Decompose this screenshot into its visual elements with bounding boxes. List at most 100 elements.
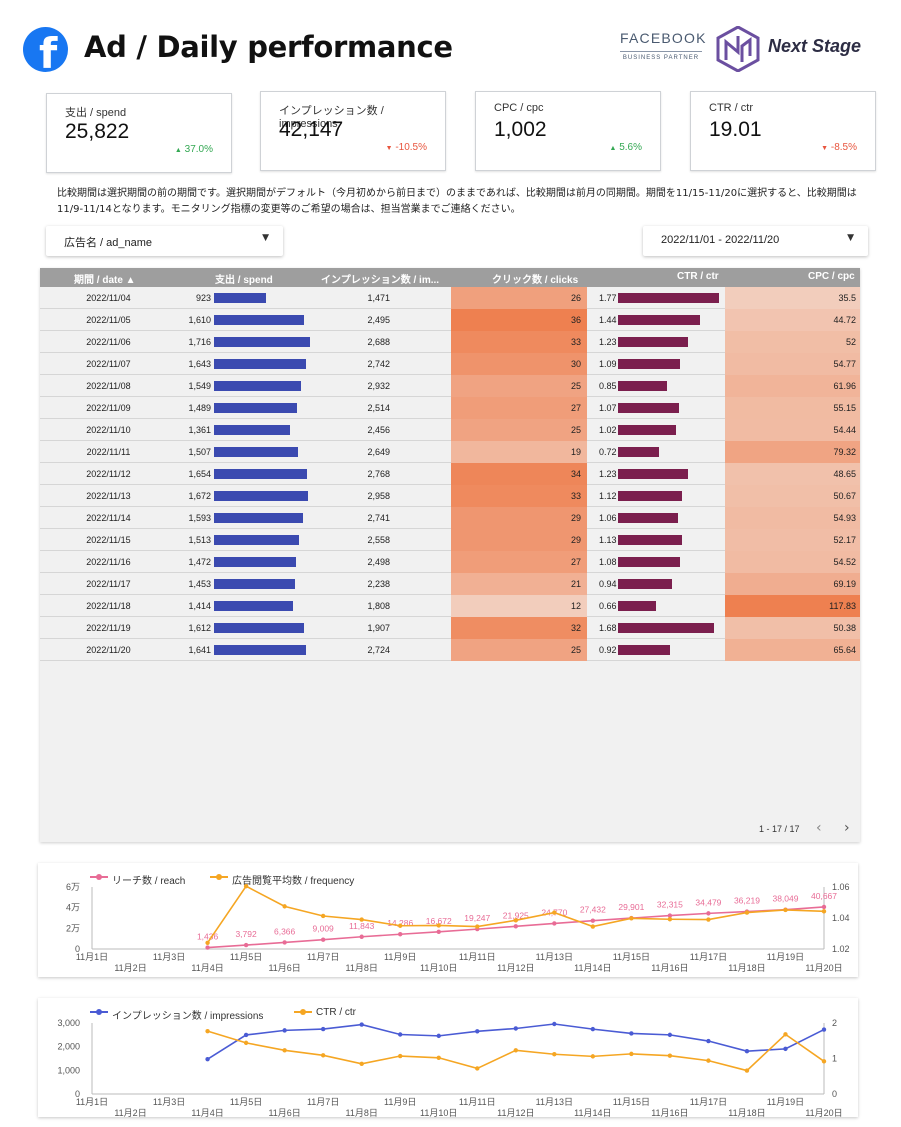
data-point (821, 1027, 827, 1032)
table-row[interactable]: 2022/11/20 1,641 2,724 25 0.92 65.64 (40, 639, 860, 661)
table-row[interactable]: 2022/11/08 1,549 2,932 25 0.85 61.96 (40, 375, 860, 397)
x-tick-label: 11月15日 (613, 952, 650, 962)
data-label: 6,366 (274, 926, 296, 936)
data-point (398, 923, 403, 928)
spend-bar (214, 491, 308, 501)
kpi-card: CPC / cpc 1,002 ▲ 5.6% (475, 91, 661, 171)
cell-ctr: 1.06 (599, 513, 617, 523)
column-header-ctr[interactable]: CTR / ctr (677, 271, 719, 282)
ctr-bar (618, 381, 667, 391)
table-row[interactable]: 2022/11/17 1,453 2,238 21 0.94 69.19 (40, 573, 860, 595)
y-right-tick-label: 2 (832, 1018, 837, 1028)
pagination-status: 1 - 17 / 17 (759, 824, 800, 834)
x-tick-label: 11月9日 (384, 1097, 416, 1107)
table-row[interactable]: 2022/11/12 1,654 2,768 34 1.23 48.65 (40, 463, 860, 485)
data-point (243, 942, 249, 948)
data-point (398, 932, 403, 937)
ctr-bar (618, 315, 700, 325)
kpi-change: ▲ 5.6% (609, 142, 642, 153)
data-point (629, 916, 634, 921)
cell-spend: 1,513 (188, 535, 211, 545)
table-row[interactable]: 2022/11/13 1,672 2,958 33 1.12 50.67 (40, 485, 860, 507)
cell-spend: 1,654 (188, 469, 211, 479)
table-row[interactable]: 2022/11/04 923 1,471 26 1.77 35.5 (40, 287, 860, 309)
column-header-impressions[interactable]: インプレッション数 / im... (321, 271, 439, 286)
y-tick-label: 3,000 (57, 1018, 80, 1028)
x-tick-label: 11月1日 (76, 952, 108, 962)
spend-bar (214, 623, 304, 633)
column-header-cpc[interactable]: CPC / cpc (808, 271, 855, 282)
table-row[interactable]: 2022/11/05 1,610 2,495 36 1.44 44.72 (40, 309, 860, 331)
comparison-period-note: 比較期間は選択期間の前の期間です。選択期間がデフォルト（今月初めから前日まで）の… (57, 188, 857, 215)
cell-spend: 923 (195, 293, 211, 303)
cell-cpc: 117.83 (725, 595, 860, 617)
facebook-logo: f (23, 27, 68, 72)
table-row[interactable]: 2022/11/14 1,593 2,741 29 1.06 54.93 (40, 507, 860, 529)
x-tick-label: 11月10日 (420, 1108, 457, 1117)
cell-date: 2022/11/10 (86, 425, 131, 435)
next-page-icon[interactable]: › (844, 820, 850, 836)
cell-cpc: 65.64 (725, 639, 860, 661)
arrow-up-icon: ▲ (174, 147, 182, 154)
column-header-spend[interactable]: 支出 / spend (215, 271, 273, 286)
ad-name-filter-dropdown[interactable]: 広告名 / ad_name ▼ (46, 226, 283, 256)
table-row[interactable]: 2022/11/16 1,472 2,498 27 1.08 54.52 (40, 551, 860, 573)
data-point (475, 1066, 480, 1071)
cell-spend: 1,643 (188, 359, 211, 369)
column-header-date[interactable]: 期間 / date ▲ (74, 271, 136, 286)
cell-date: 2022/11/13 (86, 491, 131, 501)
y-right-tick-label: 1.02 (832, 944, 850, 954)
ctr-bar (618, 557, 680, 567)
data-point (629, 1031, 634, 1036)
x-tick-label: 11月18日 (728, 1108, 765, 1117)
data-point (398, 1053, 403, 1059)
kpi-value: 1,002 (494, 118, 547, 141)
y-tick-label: 1,000 (57, 1065, 80, 1075)
spend-bar (214, 601, 293, 611)
y-tick-label: 6万 (66, 882, 80, 892)
data-point (359, 1022, 364, 1027)
spend-bar (214, 447, 298, 457)
table-row[interactable]: 2022/11/10 1,361 2,456 25 1.02 54.44 (40, 419, 860, 441)
cell-cpc: 50.38 (725, 617, 860, 639)
cell-impressions: 1,471 (367, 293, 390, 303)
spend-bar (214, 315, 304, 325)
x-tick-label: 11月8日 (346, 1108, 378, 1117)
table-row[interactable]: 2022/11/15 1,513 2,558 29 1.13 52.17 (40, 529, 860, 551)
data-label: 27,432 (580, 905, 606, 915)
cell-ctr: 1.08 (599, 557, 617, 567)
x-tick-label: 11月9日 (384, 952, 416, 962)
date-range-picker[interactable]: 2022/11/01 - 2022/11/20 ▼ (643, 226, 868, 256)
kpi-change-value: -8.5% (830, 142, 857, 153)
data-point (205, 945, 210, 950)
table-row[interactable]: 2022/11/07 1,643 2,742 30 1.09 54.77 (40, 353, 860, 375)
table-row[interactable]: 2022/11/19 1,612 1,907 32 1.68 50.38 (40, 617, 860, 639)
cell-impressions: 2,688 (367, 337, 390, 347)
data-point (590, 1054, 596, 1059)
ctr-bar (618, 535, 682, 545)
data-point (744, 1049, 750, 1054)
data-point (475, 1029, 480, 1034)
cell-ctr: 1.02 (599, 425, 617, 435)
kpi-value: 19.01 (709, 118, 762, 141)
x-tick-label: 11月4日 (191, 1108, 223, 1117)
column-header-clicks[interactable]: クリック数 / clicks (492, 271, 578, 286)
ctr-bar (618, 447, 659, 457)
kpi-label: 支出 / spend (65, 107, 127, 119)
data-point (667, 1032, 673, 1038)
x-tick-label: 11月13日 (536, 952, 573, 962)
table-row[interactable]: 2022/11/06 1,716 2,688 33 1.23 52 (40, 331, 860, 353)
data-point (359, 917, 364, 922)
cell-impressions: 2,495 (367, 315, 390, 325)
next-stage-brand: Next Stage (768, 36, 862, 56)
table-row[interactable]: 2022/11/09 1,489 2,514 27 1.07 55.15 (40, 397, 860, 419)
cell-impressions: 2,932 (367, 381, 390, 391)
previous-page-icon[interactable]: ‹ (816, 820, 822, 836)
table-row[interactable]: 2022/11/18 1,414 1,808 12 0.66 117.83 (40, 595, 860, 617)
ctr-bar (618, 579, 672, 589)
table-row[interactable]: 2022/11/11 1,507 2,649 19 0.72 79.32 (40, 441, 860, 463)
cell-impressions: 2,238 (367, 579, 390, 589)
data-point (744, 910, 750, 915)
data-point (667, 1053, 673, 1058)
spend-bar (214, 557, 296, 567)
